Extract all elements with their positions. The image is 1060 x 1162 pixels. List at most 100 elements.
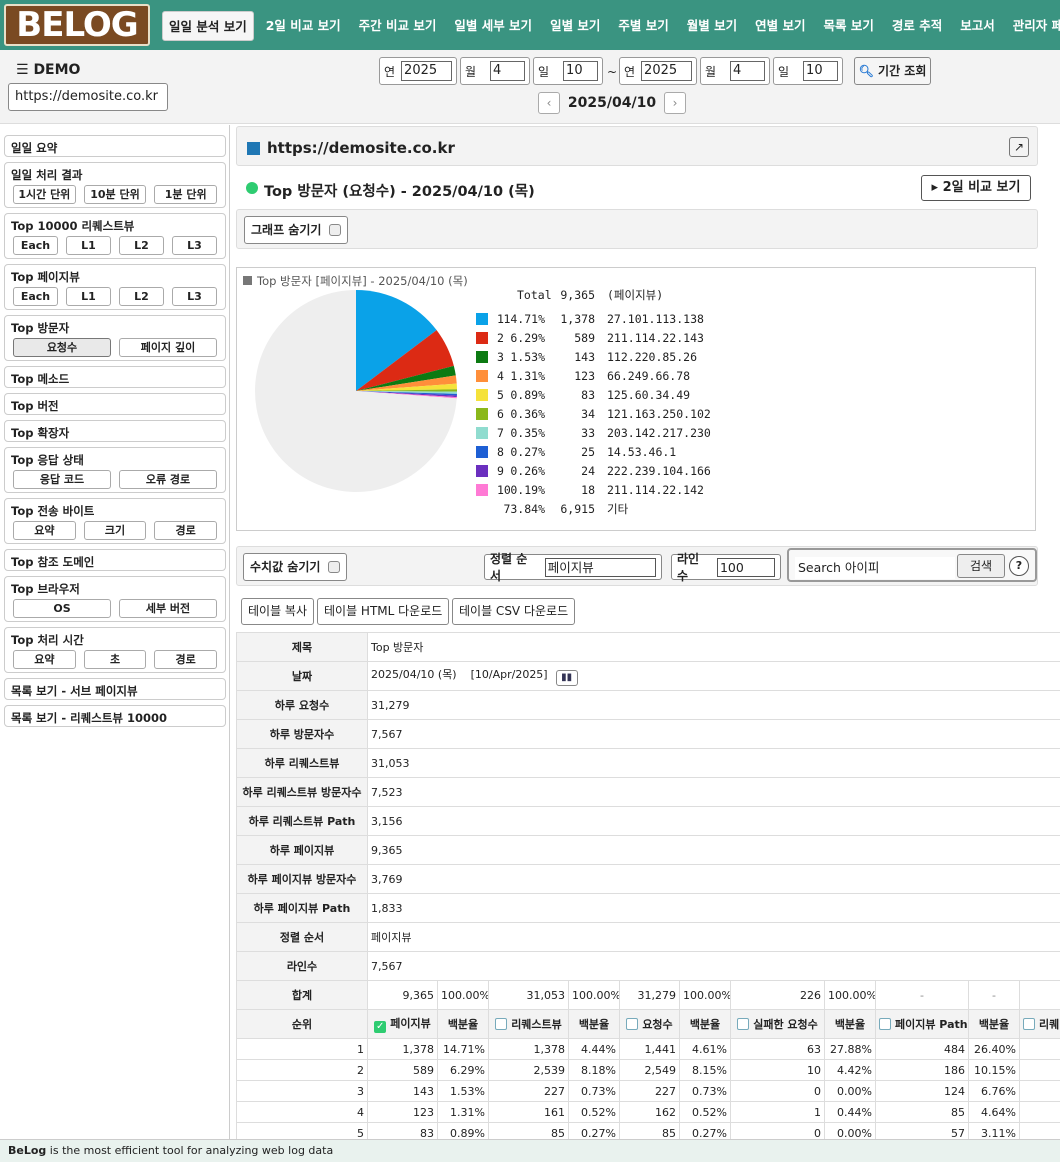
column-checkbox[interactable] [1023, 1018, 1035, 1030]
sidebar-group-title[interactable]: Top 메소드 [5, 367, 225, 389]
help-button[interactable]: ? [1009, 556, 1029, 576]
nav-item-8[interactable]: 목록 보기 [815, 11, 883, 41]
column-header[interactable]: 실패한 요청수 [730, 1009, 825, 1039]
sidebar-group-title[interactable]: Top 페이지뷰 [5, 265, 225, 287]
sidebar-button[interactable]: 세부 버전 [119, 599, 217, 618]
sidebar-group-title[interactable]: Top 처리 시간 [5, 628, 225, 650]
sidebar-button[interactable]: 요약 [13, 521, 76, 540]
to-year-input[interactable]: 2025 [641, 61, 692, 81]
period-search-button[interactable]: 🔍︎ 기간 조회 [854, 57, 931, 85]
column-checkbox[interactable] [626, 1018, 639, 1030]
sidebar-button[interactable]: 오류 경로 [119, 470, 217, 489]
nav-item-10[interactable]: 보고서 [951, 11, 1004, 41]
hide-graph-toggle[interactable]: 그래프 숨기기 [244, 216, 349, 244]
ip-search-input[interactable]: Search 아이피 [795, 557, 955, 579]
table-row[interactable]: 4 123 1.31% 161 0.52% 162 0.52% 1 0.44% 85 4.64% [236, 1101, 1060, 1123]
menu-icon[interactable]: ☰ [16, 62, 29, 78]
sidebar-button[interactable]: 응답 코드 [13, 470, 111, 489]
external-link-button[interactable]: ↗ [1009, 137, 1029, 157]
sidebar-group-title[interactable]: Top 확장자 [5, 421, 225, 443]
site-select[interactable]: https://demosite.co.kr [8, 83, 168, 111]
sidebar-button[interactable]: 1분 단위 [154, 185, 218, 204]
column-header[interactable]: 백분율 [568, 1009, 620, 1039]
sidebar-button[interactable]: OS [13, 599, 111, 618]
column-header[interactable]: 페이지뷰 Path [875, 1009, 969, 1039]
nav-item-9[interactable]: 경로 추적 [883, 11, 951, 41]
sidebar-button[interactable]: 요약 [13, 650, 76, 669]
belog-logo[interactable]: BELOG [4, 4, 150, 46]
sidebar-group-title[interactable]: 일일 처리 결과 [5, 163, 225, 185]
sidebar-button[interactable]: L1 [66, 236, 111, 255]
column-header[interactable]: 요청수 [619, 1009, 680, 1039]
table-row[interactable]: 3 143 1.53% 227 0.73% 227 0.73% 0 0.00% 124 6.76% [236, 1080, 1060, 1102]
next-day-button[interactable]: › [664, 92, 686, 114]
column-header[interactable]: ✓ 페이지뷰 [367, 1009, 438, 1039]
nav-item-7[interactable]: 연별 보기 [746, 11, 814, 41]
nav-item-5[interactable]: 주별 보기 [609, 11, 677, 41]
hide-graph-checkbox[interactable] [329, 224, 342, 236]
copy-table-button[interactable]: 테이블 복사 [241, 598, 315, 625]
site-menu-title[interactable]: ☰ DEMO [16, 62, 80, 78]
sidebar-button[interactable]: 10분 단위 [83, 185, 147, 204]
sidebar-group-title[interactable]: Top 전송 바이트 [5, 499, 225, 521]
column-header[interactable]: 백분율 [824, 1009, 876, 1039]
sidebar-group-title[interactable]: Top 10000 리퀘스트뷰 [5, 214, 225, 236]
table-row[interactable]: 2 589 6.29% 2,539 8.18% 2,549 8.15% 10 4.42% 186 1… [236, 1059, 1060, 1081]
from-day-input[interactable]: 10 [563, 61, 598, 81]
sidebar-group-title[interactable]: 목록 보기 - 리퀘스트뷰 10000 [5, 706, 225, 728]
sidebar-group-title[interactable]: Top 참조 도메인 [5, 550, 225, 572]
nav-item-11[interactable]: 관리자 페이지 [1004, 11, 1060, 41]
sidebar-group-title[interactable]: 일일 요약 [5, 136, 225, 158]
sidebar-button[interactable]: Each [13, 287, 58, 306]
sidebar-button[interactable]: Each [13, 236, 58, 255]
sidebar-group-title[interactable]: Top 버전 [5, 394, 225, 416]
line-count-input[interactable]: 100 [716, 557, 775, 577]
sidebar-group-title[interactable]: Top 방문자 [5, 316, 225, 338]
column-checkbox[interactable] [737, 1018, 750, 1030]
sidebar-button[interactable]: 요청수 [13, 338, 111, 357]
sidebar-button[interactable]: L1 [66, 287, 111, 306]
column-checkbox[interactable]: ✓ [374, 1021, 387, 1033]
from-year-input[interactable]: 2025 [401, 61, 452, 81]
hide-values-checkbox[interactable] [328, 561, 341, 573]
nav-item-0[interactable]: 일일 분석 보기 [162, 11, 254, 41]
sidebar-button[interactable]: 크기 [83, 521, 147, 540]
to-month-input[interactable]: 4 [730, 61, 765, 81]
column-header[interactable]: 백분율 [437, 1009, 489, 1039]
hide-values-toggle[interactable]: 수치값 숨기기 [243, 553, 348, 581]
column-checkbox[interactable] [495, 1018, 508, 1030]
sidebar-button[interactable]: 페이지 깊이 [119, 338, 217, 357]
sidebar-button[interactable]: 1시간 단위 [13, 185, 76, 204]
sidebar-button[interactable]: L2 [119, 287, 164, 306]
sidebar-group-title[interactable]: Top 응답 상태 [5, 448, 225, 470]
column-header[interactable]: 리퀘 [1018, 1009, 1060, 1039]
nav-item-1[interactable]: 2일 비교 보기 [257, 11, 350, 41]
to-day-input[interactable]: 10 [803, 61, 838, 81]
sidebar-group-title[interactable]: 목록 보기 - 서브 페이지뷰 [5, 679, 225, 701]
html-download-button[interactable]: 테이블 HTML 다운로드 [317, 598, 450, 625]
nav-item-4[interactable]: 일별 보기 [541, 11, 609, 41]
sidebar-button[interactable]: 초 [83, 650, 147, 669]
from-month-input[interactable]: 4 [490, 61, 525, 81]
compare-2day-button[interactable]: ▸ 2일 비교 보기 [921, 175, 1031, 201]
sidebar-button[interactable]: 경로 [154, 521, 218, 540]
column-header[interactable]: 리퀘스트뷰 [488, 1009, 569, 1039]
table-row[interactable]: 1 1,378 14.71% 1,378 4.44% 1,441 4.61% 63 27.88%… [236, 1038, 1060, 1060]
sort-order-select[interactable]: 페이지뷰 [544, 557, 656, 577]
sidebar-button[interactable]: L3 [172, 287, 217, 306]
sidebar-button[interactable]: L3 [172, 236, 217, 255]
sidebar-button[interactable]: L2 [119, 236, 164, 255]
csv-download-button[interactable]: 테이블 CSV 다운로드 [452, 598, 576, 625]
sidebar-group-title[interactable]: Top 브라우저 [5, 577, 225, 599]
column-header[interactable]: 백분율 [968, 1009, 1020, 1039]
sidebar-button[interactable]: 경로 [154, 650, 218, 669]
table-cell: 1,378 [488, 1038, 569, 1060]
nav-item-3[interactable]: 일별 세부 보기 [445, 11, 541, 41]
nav-item-2[interactable]: 주간 비교 보기 [350, 11, 446, 41]
column-checkbox[interactable] [879, 1018, 891, 1030]
column-header[interactable]: 백분율 [679, 1009, 731, 1039]
bar-chart-icon[interactable]: ▮▮ [555, 670, 578, 686]
search-button[interactable]: 검색 [957, 554, 1005, 578]
prev-day-button[interactable]: ‹ [538, 92, 560, 114]
nav-item-6[interactable]: 월별 보기 [678, 11, 746, 41]
